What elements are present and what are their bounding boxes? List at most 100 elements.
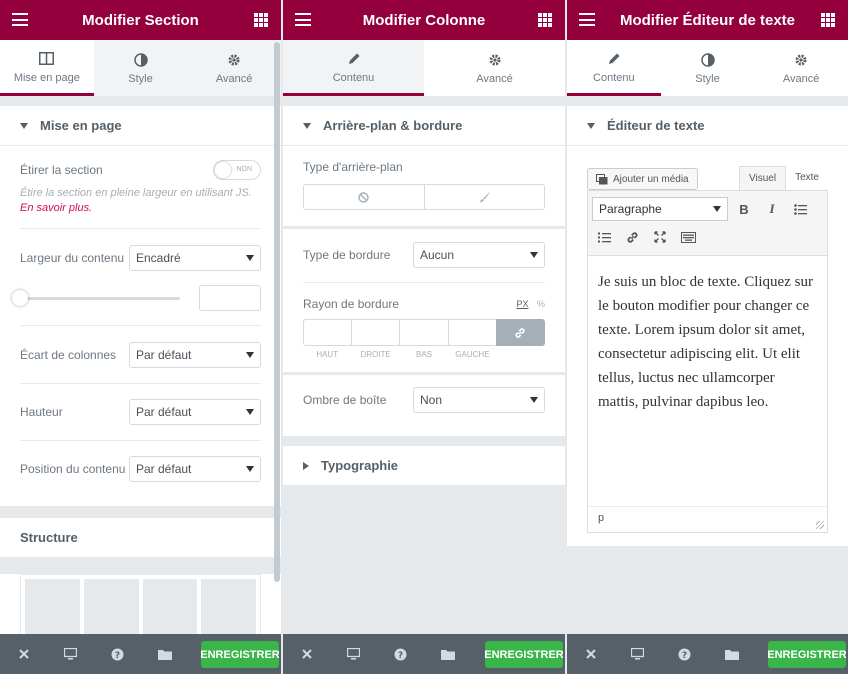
bold-icon[interactable]: B <box>732 197 756 221</box>
tab-advanced[interactable]: Avancé <box>187 40 281 96</box>
desktop-icon[interactable] <box>614 648 661 660</box>
spacer <box>567 96 848 106</box>
editor-controls: Ajouter un média Visuel Texte Paragraphe… <box>567 146 848 546</box>
save-button[interactable]: ENREGISTRER <box>200 641 280 668</box>
position-label: Position du contenu <box>20 462 126 476</box>
help-icon[interactable]: ? <box>377 648 424 661</box>
resize-handle-icon[interactable] <box>816 521 824 529</box>
toggle-text: NON <box>236 166 252 173</box>
editor-content[interactable]: Je suis un bloc de texte. Cliquez sur le… <box>588 256 827 506</box>
border-type-label: Type de bordure <box>303 248 391 262</box>
width-label: Largeur du contenu <box>20 251 125 265</box>
border-type-select[interactable]: Aucun <box>413 242 545 268</box>
tab-content[interactable]: Contenu <box>567 40 661 96</box>
widgets-grid-icon[interactable] <box>254 13 268 27</box>
element-path[interactable]: p <box>598 512 604 524</box>
hint-text: Étire la section en pleine largeur en ut… <box>20 187 252 199</box>
help-icon[interactable]: ? <box>661 648 708 661</box>
link-icon[interactable] <box>620 225 644 249</box>
unit-px[interactable]: PX <box>516 299 528 309</box>
link-values-button[interactable] <box>495 319 546 346</box>
stretch-toggle[interactable]: NON <box>213 160 261 180</box>
editor-status-bar: p <box>588 506 827 532</box>
caret-right-icon <box>303 461 309 470</box>
save-button[interactable]: ENREGISTRER <box>767 641 847 668</box>
position-select[interactable]: Par défaut <box>129 456 261 482</box>
tab-content[interactable]: Contenu <box>283 40 424 96</box>
brush-icon <box>479 192 490 202</box>
section-title: Structure <box>20 530 78 545</box>
save-button[interactable]: ENREGISTRER <box>484 641 564 668</box>
widgets-grid-icon[interactable] <box>538 13 552 27</box>
spacer <box>0 96 281 106</box>
widgets-grid-icon[interactable] <box>821 13 835 27</box>
italic-icon[interactable]: I <box>760 197 784 221</box>
tab-advanced[interactable]: Avancé <box>754 40 848 96</box>
shadow-label: Ombre de boîte <box>303 393 387 407</box>
height-select[interactable]: Par défaut <box>129 399 261 425</box>
numbered-list-icon[interactable] <box>592 225 616 249</box>
folder-icon[interactable] <box>708 649 755 660</box>
tab-layout[interactable]: Mise en page <box>0 40 94 96</box>
tab-label: Avancé <box>476 73 513 85</box>
shadow-select[interactable]: Non <box>413 387 545 413</box>
section-structure-header[interactable]: Structure <box>0 518 281 558</box>
tab-visual[interactable]: Visuel <box>739 166 787 190</box>
unit-percent[interactable]: % <box>537 299 545 309</box>
help-icon[interactable]: ? <box>94 648 141 661</box>
panel-tabs: Mise en page Style Avancé <box>0 40 281 96</box>
dim-label: GAUCHE <box>455 350 490 359</box>
tab-advanced[interactable]: Avancé <box>424 40 565 96</box>
fullscreen-icon[interactable] <box>648 225 672 249</box>
keyboard-icon[interactable] <box>676 225 700 249</box>
close-icon[interactable] <box>0 649 47 659</box>
link-icon <box>515 327 525 338</box>
menu-icon[interactable] <box>295 13 311 26</box>
bg-none-button[interactable] <box>304 185 424 209</box>
tab-label: Style <box>695 73 720 85</box>
desktop-icon[interactable] <box>47 648 94 660</box>
radius-bottom-input[interactable] <box>399 319 448 346</box>
add-media-button[interactable]: Ajouter un média <box>587 168 698 190</box>
toolbar-row-2 <box>592 223 823 251</box>
panel-title: Modifier Éditeur de texte <box>619 11 796 29</box>
width-number-input[interactable] <box>199 285 261 311</box>
section-editor-header[interactable]: Éditeur de texte <box>567 106 848 146</box>
section-layout-header[interactable]: Mise en page <box>0 106 281 146</box>
scrollbar[interactable] <box>274 42 280 582</box>
close-icon[interactable] <box>567 649 614 659</box>
width-select[interactable]: Encadré <box>129 245 261 271</box>
gap-label: Écart de colonnes <box>20 348 117 362</box>
panel-header: Modifier Section <box>0 0 281 40</box>
radius-top-input[interactable] <box>303 319 352 346</box>
section-typography-header[interactable]: Typographie <box>283 446 565 486</box>
caret-down-icon <box>246 409 254 415</box>
format-select[interactable]: Paragraphe <box>592 197 728 221</box>
ban-icon <box>358 191 369 203</box>
menu-icon[interactable] <box>579 13 595 26</box>
gap-select[interactable]: Par défaut <box>129 342 261 368</box>
position-value: Par défaut <box>136 462 192 476</box>
learn-more-link[interactable]: En savoir plus. <box>20 202 92 214</box>
folder-icon[interactable] <box>424 649 471 660</box>
close-icon[interactable] <box>283 649 330 659</box>
width-slider[interactable] <box>12 290 180 306</box>
desktop-icon[interactable] <box>330 648 377 660</box>
radius-left-input[interactable] <box>447 319 496 346</box>
border-type-value: Aucun <box>420 248 455 262</box>
pencil-icon <box>607 50 621 68</box>
radius-right-input[interactable] <box>351 319 400 346</box>
slider-handle[interactable] <box>12 290 28 306</box>
bullet-list-icon[interactable] <box>788 197 812 221</box>
tab-style[interactable]: Style <box>93 40 188 96</box>
bg-classic-button[interactable] <box>423 185 545 209</box>
caret-down-icon <box>530 397 538 403</box>
section-background-header[interactable]: Arrière-plan & bordure <box>283 106 565 146</box>
tab-label: Mise en page <box>13 71 80 84</box>
panel-tabs: Contenu Avancé <box>283 40 565 96</box>
folder-icon[interactable] <box>141 649 188 660</box>
tab-style[interactable]: Style <box>660 40 755 96</box>
menu-icon[interactable] <box>12 13 28 26</box>
pencil-icon <box>347 50 361 68</box>
tab-text[interactable]: Texte <box>786 166 828 190</box>
